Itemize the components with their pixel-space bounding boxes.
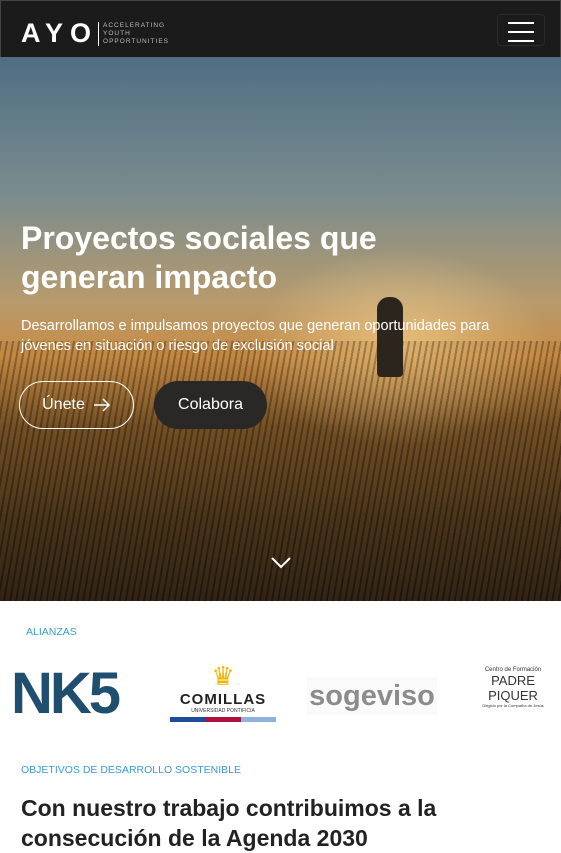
tagline-line: YOUTH — [103, 29, 131, 37]
partner-logos: NK5 ♛ COMILLAS UNIVERSIDAD PONTIFICIA so… — [0, 655, 561, 730]
piquer-sub: Dirigido por la Compañía de Jesús — [482, 703, 544, 708]
join-label: Únete — [42, 396, 85, 413]
join-button[interactable]: Únete — [19, 381, 134, 429]
logo-text: AYO — [21, 18, 99, 48]
tagline-line: OPPORTUNITIES — [103, 37, 170, 45]
color-stripe — [170, 717, 276, 722]
comillas-sub: UNIVERSIDAD PONTIFICIA — [191, 708, 255, 714]
hero-lead: Desarrollamos e impulsamos proyectos que… — [21, 318, 490, 354]
tagline-line: ACCELERATING — [103, 21, 166, 29]
alliances-label: ALIANZAS — [26, 626, 77, 638]
arrow-right-icon — [93, 398, 110, 412]
sogeviso-logo[interactable]: sogeviso — [307, 677, 437, 715]
top-navbar: AYO ACCELERATING YOUTH OPPORTUNITIES — [0, 0, 561, 57]
ayo-logo[interactable]: AYO ACCELERATING YOUTH OPPORTUNITIES — [21, 18, 169, 49]
logo-divider — [98, 21, 100, 46]
ods-label: OBJETIVOS DE DESARROLLO SOSTENIBLE — [21, 764, 241, 776]
piquer-name: PADRE PIQUER — [488, 673, 538, 703]
hero-title: Proyectos sociales que generan impacto — [21, 220, 377, 295]
chevron-down-icon[interactable] — [271, 556, 291, 570]
comillas-name: COMILLAS — [179, 691, 267, 708]
padre-piquer-logo[interactable]: Centro de Formación PADRE PIQUER Dirigid… — [465, 667, 561, 708]
logo-tagline: ACCELERATING YOUTH OPPORTUNITIES — [103, 22, 169, 46]
hero-banner: Proyectos sociales que generan impacto D… — [0, 57, 561, 601]
nk5-logo[interactable]: NK5 — [11, 665, 121, 723]
collaborate-button[interactable]: Colabora — [154, 381, 267, 429]
comillas-logo[interactable]: ♛ COMILLAS UNIVERSIDAD PONTIFICIA — [170, 661, 276, 722]
crest-icon: ♛ — [211, 661, 235, 691]
hamburger-icon[interactable] — [497, 14, 545, 46]
ods-title: Con nuestro trabajo contribuimos a la co… — [21, 795, 437, 851]
